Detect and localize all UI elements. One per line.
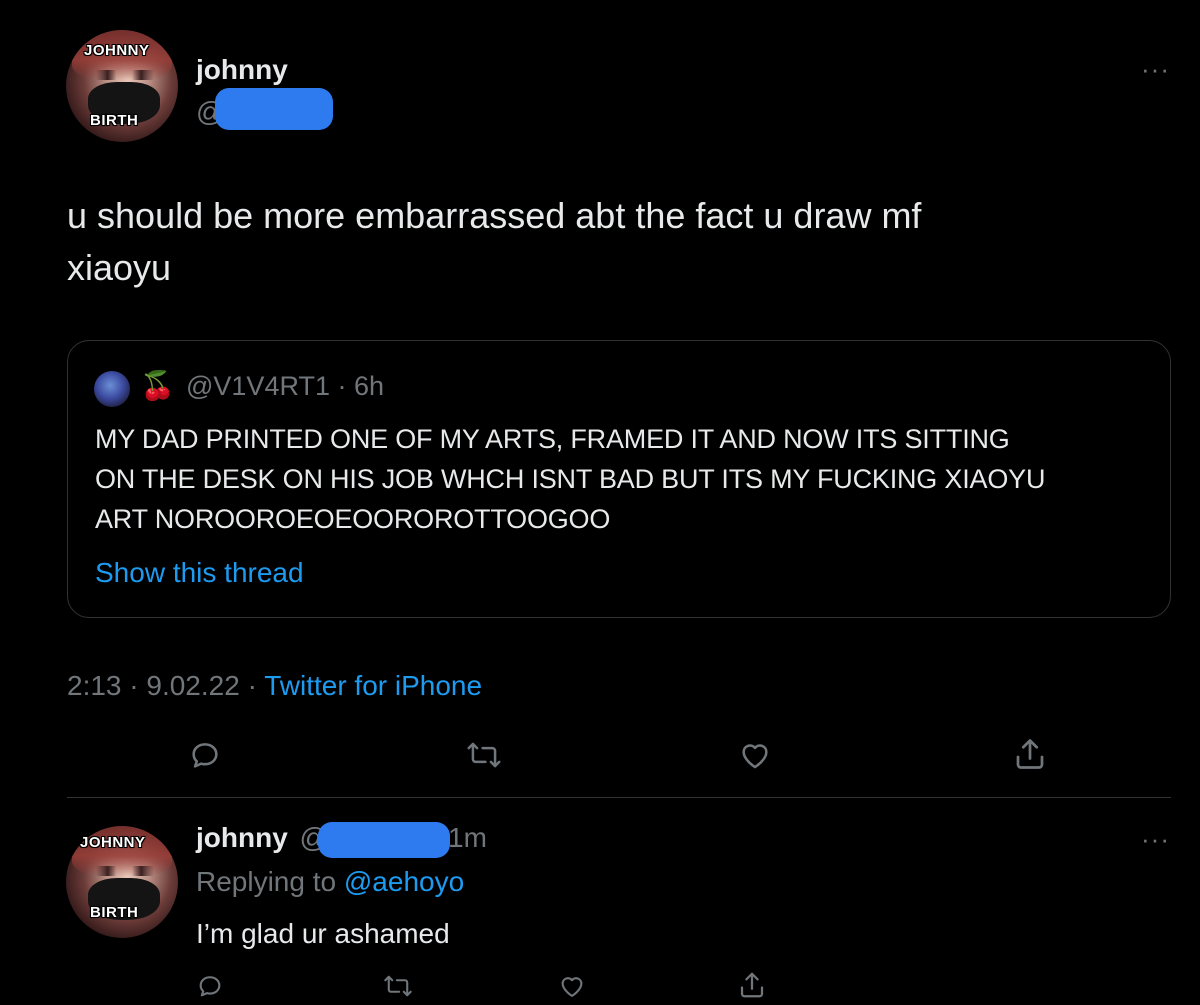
avatar-label-bottom: BIRTH [90,112,139,129]
display-name[interactable]: johnny [196,54,288,86]
share-icon[interactable] [1012,736,1048,772]
tweet-text: u should be more embarrassed abt the fac… [67,190,1167,294]
quoted-text-line-2: ON THE DESK ON HIS JOB WHCH ISNT BAD BUT… [95,464,1046,494]
avatar-eyes [96,70,154,80]
reply-reply-icon[interactable] [196,972,224,1000]
show-thread-link[interactable]: Show this thread [95,557,304,589]
reply-header: johnny @ [196,822,328,854]
divider [67,797,1171,798]
reply-like-icon[interactable] [557,972,587,1000]
quoted-text: MY DAD PRINTED ONE OF MY ARTS, FRAMED IT… [95,419,1155,539]
quoted-handle-time[interactable]: @V1V4RT1 · 6h [186,371,384,402]
reply-handle-redaction [318,822,450,858]
avatar[interactable]: JOHNNY BIRTH [66,30,178,142]
replying-to-handle[interactable]: @aehoyo [344,866,464,897]
reply-icon[interactable] [188,738,222,772]
replying-to: Replying to @aehoyo [196,866,464,898]
replying-to-prefix: Replying to [196,866,344,897]
quoted-text-line-1: MY DAD PRINTED ONE OF MY ARTS, FRAMED IT… [95,424,1010,454]
tweet-text-line-1: u should be more embarrassed abt the fac… [67,195,922,236]
quoted-tweet-card[interactable]: 🍒 @V1V4RT1 · 6h MY DAD PRINTED ONE OF MY… [67,340,1171,618]
quoted-text-line-3: ART NOROOROEOEOOROROTTOOGOO [95,504,611,534]
tweet-text-line-2: xiaoyu [67,247,172,288]
avatar-label-top: JOHNNY [84,42,150,59]
reply-time[interactable]: 1m [448,822,487,854]
reply-share-icon[interactable] [737,970,767,1000]
quoted-avatar[interactable] [94,371,130,407]
reply-avatar-label-top: JOHNNY [80,834,146,851]
tweet-timestamp: 2:13 · 9.02.22 · Twitter for iPhone [67,670,482,702]
more-icon[interactable]: ··· [1141,56,1170,82]
retweet-icon[interactable] [466,738,502,772]
reply-avatar-label-bottom: BIRTH [90,904,139,921]
like-icon[interactable] [737,738,773,772]
quoted-emoji: 🍒 [140,370,175,401]
reply-avatar-eyes [96,866,154,876]
handle-redaction [215,88,333,130]
source-link[interactable]: Twitter for iPhone [264,670,482,701]
reply-retweet-icon[interactable] [383,972,413,1000]
reply-text: I’m glad ur ashamed [196,918,450,949]
reply-avatar[interactable]: JOHNNY BIRTH [66,826,178,938]
reply-more-icon[interactable]: ··· [1141,826,1170,852]
reply-display-name[interactable]: johnny [196,822,288,853]
timestamp-text: 2:13 · 9.02.22 · [67,670,265,701]
